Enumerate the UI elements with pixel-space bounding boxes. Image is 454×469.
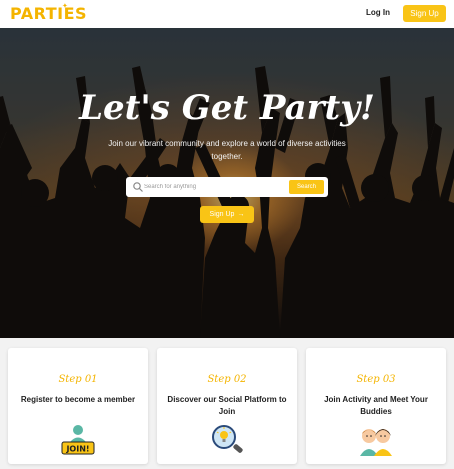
hero-subtitle: Join our vibrant community and explore a…	[108, 139, 346, 161]
signup-button-hero[interactable]: Sign Up →	[200, 206, 254, 223]
search-input[interactable]	[144, 180, 294, 194]
signup-button-nav[interactable]: Sign Up	[403, 5, 446, 22]
search-icon	[133, 182, 143, 192]
step-title: Discover our Social Platform to Join	[167, 395, 287, 416]
buddies-icon	[360, 429, 392, 456]
top-navbar: PARTIES ✦ Log In Sign Up	[0, 0, 454, 28]
step-card-2: Step 02 Discover our Social Platform to …	[157, 348, 297, 464]
logo-sparkle-icon: ✦	[62, 2, 69, 10]
arrow-right-icon: →	[237, 211, 245, 218]
step-card-3: Step 03 Join Activity and Meet Your Budd…	[306, 348, 446, 464]
step-title: Join Activity and Meet Your Buddies	[324, 395, 428, 416]
join-icon: JOIN!	[61, 425, 95, 455]
step-card-1: Step 01 Register to become a member JOIN…	[8, 348, 148, 464]
step-title: Register to become a member	[20, 395, 136, 404]
hero-title: Let's Get Party!	[79, 88, 375, 128]
idea-search-icon	[212, 425, 243, 453]
brand-logo[interactable]: PARTIES ✦	[10, 2, 88, 23]
step-label: Step 02	[207, 374, 247, 385]
step-label: Step 03	[356, 374, 396, 385]
svg-text:JOIN!: JOIN!	[65, 445, 89, 454]
login-link[interactable]: Log In	[366, 8, 390, 17]
signup-button-label: Sign Up	[209, 211, 235, 218]
logo-text: PARTIES	[10, 4, 88, 23]
steps-section: Step 01 Register to become a member JOIN…	[0, 338, 454, 469]
search-button[interactable]: Search	[289, 180, 324, 194]
step-label: Step 01	[58, 374, 98, 385]
